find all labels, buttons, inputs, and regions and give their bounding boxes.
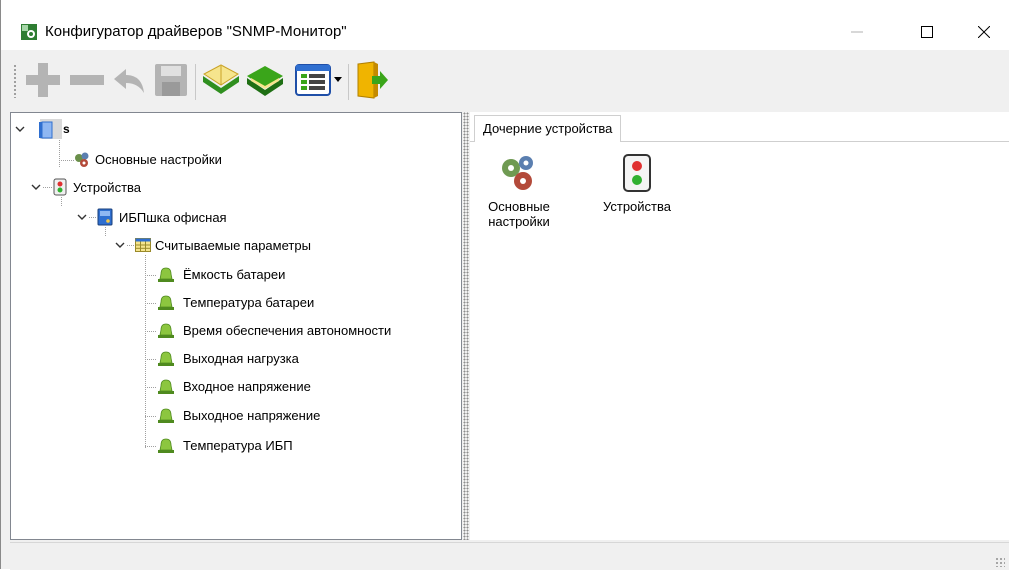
tree-line	[145, 359, 157, 360]
device-folder-icon	[39, 121, 53, 139]
tree-line	[127, 245, 135, 246]
toolbar-grip[interactable]	[13, 64, 17, 98]
traffic-light-icon	[623, 154, 651, 192]
tree-line	[59, 140, 60, 168]
bell-icon	[158, 408, 174, 423]
tree-line	[145, 416, 157, 417]
close-icon	[978, 26, 990, 38]
undo-icon	[114, 69, 144, 93]
tree-item-label: Основные настройки	[95, 152, 222, 167]
minimize-icon	[851, 31, 863, 33]
tree-line	[145, 446, 157, 447]
view-dropdown-button[interactable]	[332, 60, 344, 100]
child-item-label: Основные	[488, 199, 550, 214]
tree-line	[43, 187, 53, 188]
child-item-main-settings[interactable]: Основные настройки	[487, 153, 551, 229]
close-button[interactable]	[961, 14, 1007, 50]
tree-item-label: Устройства	[73, 180, 142, 195]
chevron-down-icon[interactable]	[77, 212, 87, 222]
chevron-down-icon	[334, 77, 342, 82]
tree-item-label: ИБПшка офисная	[119, 210, 227, 225]
bell-icon	[158, 323, 174, 338]
child-item-label: Устройства	[602, 199, 671, 214]
chevron-down-icon[interactable]	[115, 240, 125, 250]
tree-item-label: Выходное напряжение	[183, 408, 321, 423]
ups-device-icon	[97, 208, 113, 226]
tab-child-devices[interactable]: Дочерние устройства	[474, 115, 622, 142]
tree-item-label: Выходная нагрузка	[183, 351, 299, 366]
tree-item-label: Время обеспечения автономности	[183, 323, 392, 338]
maximize-icon	[921, 26, 933, 38]
table-grid-icon	[135, 238, 151, 252]
tree-line	[61, 197, 62, 207]
window-title: Конфигуратор драйверов "SNMP-Монитор"	[45, 23, 347, 40]
tree-line	[145, 303, 157, 304]
book-icon	[247, 66, 283, 96]
resize-grip-icon[interactable]	[995, 557, 1005, 567]
closed-book-button[interactable]	[245, 60, 285, 100]
tree-item-label: Считываемые параметры	[155, 238, 311, 253]
gears-icon	[502, 156, 533, 190]
traffic-light-icon	[53, 178, 67, 196]
tree-item-label: s	[63, 122, 70, 136]
tree-line	[145, 255, 146, 449]
minimize-button[interactable]	[834, 14, 880, 50]
tree-item-label: Ёмкость батареи	[183, 267, 286, 282]
open-book-button[interactable]	[201, 60, 241, 100]
minus-icon	[70, 75, 104, 85]
bell-icon	[158, 351, 174, 366]
bell-icon	[158, 438, 174, 453]
tree-item-label: Температура батареи	[183, 295, 315, 310]
tree-line	[89, 217, 97, 218]
tree-line	[145, 275, 157, 276]
title-bar: Конфигуратор драйверов "SNMP-Монитор"	[1, 0, 1009, 50]
gears-icon	[75, 152, 89, 167]
tree-line	[145, 331, 157, 332]
undo-button[interactable]	[109, 60, 149, 100]
floppy-icon	[155, 64, 187, 96]
save-button[interactable]	[151, 60, 191, 100]
tree-line	[105, 227, 106, 237]
list-window-icon	[295, 64, 331, 96]
child-item-devices[interactable]: Устройства	[595, 153, 679, 214]
child-item-label: настройки	[488, 214, 550, 229]
main-window: Конфигуратор драйверов "SNMP-Монитор" s …	[0, 0, 1009, 570]
bell-icon	[158, 295, 174, 310]
view-button[interactable]	[293, 60, 333, 100]
pane-splitter[interactable]	[463, 112, 469, 540]
plus-icon	[26, 63, 60, 97]
tree-item-label: Температура ИБП	[183, 438, 293, 453]
tree-line	[145, 387, 157, 388]
remove-button[interactable]	[67, 60, 107, 100]
bell-icon	[158, 379, 174, 394]
toolbar-separator	[348, 64, 349, 100]
toolbar-separator	[195, 64, 196, 100]
exit-door-icon	[357, 61, 388, 99]
maximize-button[interactable]	[904, 14, 950, 50]
tree-item-label: Входное напряжение	[183, 379, 311, 394]
exit-button[interactable]	[353, 60, 391, 100]
add-button[interactable]	[23, 60, 63, 100]
app-logo-icon	[21, 24, 37, 40]
status-bar	[10, 542, 1009, 570]
chevron-down-icon[interactable]	[31, 182, 41, 192]
chevron-down-icon[interactable]	[15, 124, 25, 134]
bell-icon	[158, 267, 174, 282]
open-book-icon	[203, 64, 239, 94]
